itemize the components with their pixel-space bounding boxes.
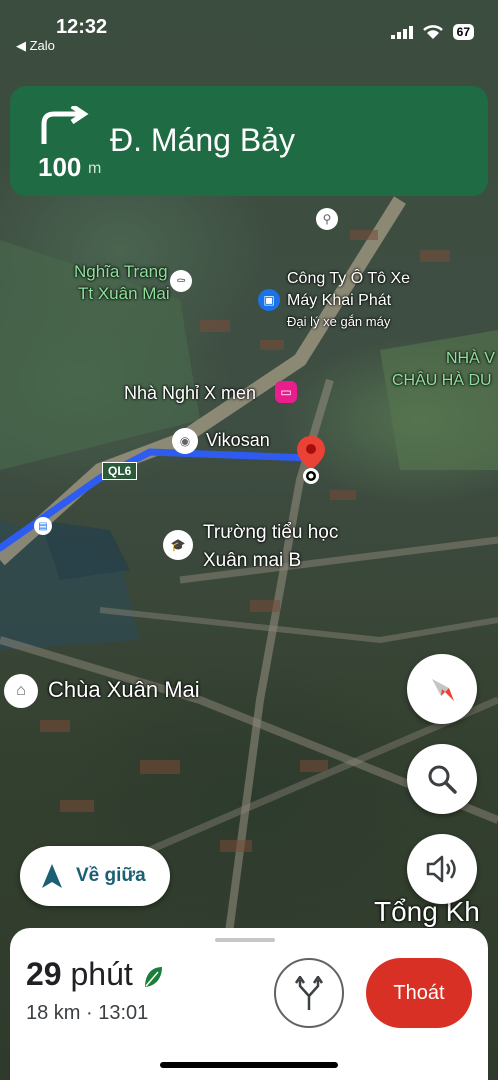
pagoda-label: Chùa Xuân Mai <box>48 677 200 702</box>
search-button[interactable] <box>407 744 477 814</box>
navigation-arrow-icon <box>42 864 62 888</box>
recenter-button[interactable]: Về giữa <box>20 846 170 906</box>
cemetery-icon[interactable]: ⚰ <box>170 270 192 292</box>
duration-unit: phút <box>70 956 133 992</box>
trip-details: 18 km · 13:01 <box>26 1002 149 1024</box>
motel-label: Nhà Nghỉ X men <box>124 383 257 403</box>
battery-indicator: 67 <box>452 24 474 40</box>
bus-stop-icon[interactable]: ▤ <box>34 517 52 535</box>
trip-duration: 29 phút <box>26 956 164 993</box>
hotel-icon[interactable]: ▭ <box>275 381 297 403</box>
navigation-banner[interactable]: 100 m Đ. Máng Bảy <box>10 86 488 196</box>
exit-navigation-button[interactable]: Thoát <box>366 958 472 1028</box>
vikosan-label: Vikosan <box>206 430 270 450</box>
company-label-1: Công Ty Ô Tô Xe <box>287 270 411 287</box>
back-to-app-link[interactable]: ◀ Zalo <box>16 38 55 54</box>
turn-right-icon <box>41 106 89 144</box>
compass-icon <box>432 679 454 701</box>
place-pin-icon[interactable]: ◉ <box>172 428 198 454</box>
cellular-signal-icon <box>390 26 413 39</box>
home-indicator[interactable] <box>160 1062 338 1068</box>
turn-distance: 100 <box>38 152 82 182</box>
compass-button[interactable] <box>407 654 477 724</box>
road-badge: QL6 <box>102 462 138 480</box>
cemetery-label-2: Tt Xuân Mai <box>78 284 170 303</box>
company-label-2: Máy Khai Phát <box>287 292 392 309</box>
alternate-routes-button[interactable] <box>274 958 344 1028</box>
sound-button[interactable] <box>407 834 477 904</box>
right-label-1: NHÀ V <box>446 350 495 367</box>
duration-number: 29 <box>26 956 62 992</box>
status-time: 12:32 <box>56 16 108 38</box>
recenter-label: Về giữa <box>76 865 146 886</box>
status-bar: 12:32 ◀ Zalo 67 <box>0 0 498 72</box>
search-icon <box>428 765 457 794</box>
sheet-drag-handle[interactable] <box>215 938 275 942</box>
school-label-1: Trường tiểu học <box>203 522 339 543</box>
right-label-2: CHÂU HÀ DU <box>392 372 492 389</box>
cemetery-label-1: Nghĩa Trang <box>74 262 168 281</box>
company-sub-label: Đại lý xe gắn máy <box>287 314 391 329</box>
landmark-icon[interactable]: ⚲ <box>316 208 338 230</box>
route-fork-icon <box>294 976 324 1010</box>
school-icon[interactable]: 🎓 <box>163 530 193 560</box>
pagoda-icon[interactable]: ⌂ <box>4 674 38 708</box>
next-street-name: Đ. Máng Bảy <box>110 122 295 158</box>
turn-distance-unit: m <box>88 160 102 177</box>
speaker-icon <box>426 855 456 883</box>
trip-summary-sheet[interactable]: 29 phút 18 km · 13:01 Thoát <box>10 928 488 1080</box>
eco-leaf-icon <box>144 966 162 987</box>
wifi-icon <box>422 24 443 39</box>
school-label-2: Xuân mai B <box>203 550 302 571</box>
shopping-bag-icon[interactable]: ▣ <box>258 289 280 311</box>
destination-pin-icon[interactable] <box>294 434 328 490</box>
